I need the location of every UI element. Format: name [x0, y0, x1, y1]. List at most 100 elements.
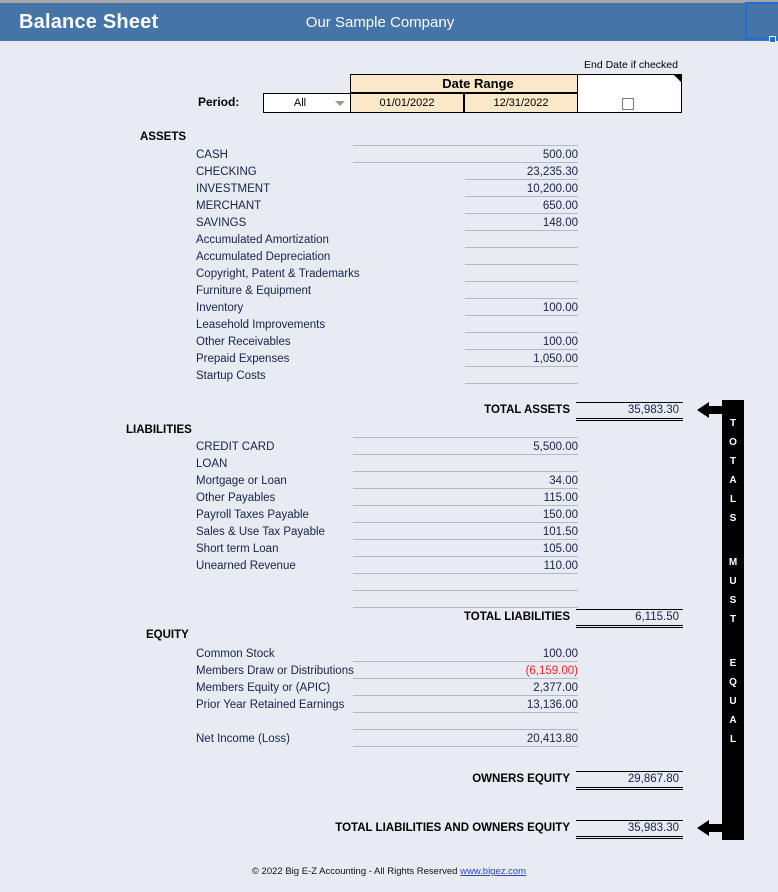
ledger-row-rule — [353, 471, 578, 472]
ledger-row-rule — [465, 247, 578, 248]
ledger-row-value: 110.00 — [543, 560, 578, 572]
ledger-row-label: Other Receivables — [196, 336, 291, 348]
period-label: Period: — [198, 95, 240, 109]
ledger-row-label: MERCHANT — [196, 200, 262, 212]
ledger-row-label: Furniture & Equipment — [196, 285, 312, 297]
ledger-row-rule — [465, 366, 578, 367]
date-to-field[interactable]: 12/31/2022 — [464, 93, 578, 113]
total-liabilities-value: 6,115.50 — [635, 611, 679, 623]
ledger-row-rule — [353, 746, 578, 747]
total-liabilities-label: TOTAL LIABILITIES — [463, 611, 570, 623]
ledger-row-value: 115.00 — [543, 492, 578, 504]
ledger-row-label: Payroll Taxes Payable — [196, 509, 309, 521]
ledger-row-label: INVESTMENT — [196, 183, 271, 195]
ledger-row-value: 148.00 — [542, 217, 578, 229]
total-assets-label: TOTAL ASSETS — [484, 404, 570, 416]
end-date-checkbox-cell[interactable] — [577, 74, 682, 113]
ledger-row-rule — [465, 315, 578, 316]
ledger-row-rule — [353, 729, 578, 730]
ledger-row-label: SAVINGS — [196, 217, 247, 229]
equal-bar-letter: Q — [729, 677, 737, 688]
ledger-row-rule — [353, 454, 578, 455]
ledger-row-rule — [465, 213, 578, 214]
period-dropdown-value: All — [293, 97, 307, 109]
period-dropdown[interactable]: All — [263, 93, 351, 113]
grand-total-label: TOTAL LIABILITIES AND OWNERS EQUITY — [335, 822, 570, 834]
ledger-row-label: CASH — [196, 149, 228, 161]
ledger-row-value: 20,413.80 — [526, 733, 578, 745]
ledger-row-value: 23,235.30 — [526, 166, 578, 178]
chevron-down-icon — [335, 101, 345, 106]
equal-bar-letter: S — [729, 595, 737, 606]
ledger-row-rule — [465, 332, 578, 333]
ledger-row-rule — [353, 695, 578, 696]
ledger-row-label: Sales & Use Tax Payable — [196, 526, 325, 538]
title-bar: Balance Sheet Our Sample Company — [0, 3, 778, 41]
ledger-row-rule — [465, 230, 578, 231]
equal-bar-letter: T — [729, 418, 737, 429]
ledger-row-value: 34.00 — [549, 475, 578, 487]
ledger-row-rule — [465, 196, 578, 197]
ledger-row-value: 101.50 — [542, 526, 578, 538]
ledger-row-value: 105.00 — [542, 543, 578, 555]
ledger-row-label: Mortgage or Loan — [196, 475, 287, 487]
equal-bar-letter: A — [729, 475, 737, 486]
ledger-row-label: Accumulated Amortization — [196, 234, 329, 246]
ledger-row-value: 100.00 — [542, 648, 578, 660]
ledger-row-value: 650.00 — [542, 200, 578, 212]
ledger-row-rule — [353, 573, 578, 574]
equal-bar-letter: L — [729, 494, 737, 505]
ledger-row-label: CHECKING — [196, 166, 257, 178]
ledger-row-rule — [465, 264, 578, 265]
equal-bar-letter: M — [728, 557, 738, 568]
ledger-row-value: 10,200.00 — [526, 183, 578, 195]
ledger-row-label: Unearned Revenue — [196, 560, 296, 572]
ledger-row-rule — [353, 145, 578, 146]
ledger-row-rule — [465, 383, 578, 384]
date-from-field[interactable]: 01/01/2022 — [350, 93, 464, 113]
ledger-row-rule — [353, 437, 578, 438]
cell-fill-handle[interactable] — [769, 36, 776, 43]
ledger-row-label: Short term Loan — [196, 543, 279, 555]
ledger-row-rule — [353, 488, 578, 489]
ledger-row-rule — [353, 712, 578, 713]
footer: © 2022 Big E-Z Accounting - All Rights R… — [0, 866, 778, 877]
ledger-row-label: Copyright, Patent & Trademarks — [196, 268, 360, 280]
ledger-row-rule — [353, 505, 578, 506]
ledger-row-value: 13,136.00 — [526, 699, 578, 711]
equal-bar-letter: U — [729, 696, 737, 707]
ledger-row-rule — [353, 522, 578, 523]
equal-bar-letter: U — [729, 576, 737, 587]
ledger-row-label: Startup Costs — [196, 370, 266, 382]
grand-total-value: 35,983.30 — [627, 822, 679, 834]
ledger-row-label: Common Stock — [196, 648, 275, 660]
ledger-row-rule — [353, 590, 578, 591]
ledger-row-value: 2,377.00 — [533, 682, 578, 694]
footer-copyright: © 2022 Big E-Z Accounting - All Rights R… — [251, 866, 461, 877]
ledger-row-value: (6,159.00) — [525, 665, 578, 677]
ledger-row-value: 100.00 — [542, 336, 578, 348]
equal-bar-letter: T — [729, 614, 737, 625]
equal-bar-letter: L — [729, 734, 737, 745]
company-name: Our Sample Company — [305, 14, 455, 31]
ledger-row-label: Members Draw or Distributions — [196, 665, 354, 677]
ledger-row-value: 100.00 — [542, 302, 578, 314]
ledger-row-value: 500.00 — [542, 149, 578, 161]
ledger-row-label: Members Equity or (APIC) — [196, 682, 331, 694]
ledger-row-label: Prior Year Retained Earnings — [196, 699, 345, 711]
ledger-row-value: 1,050.00 — [533, 353, 578, 365]
comment-indicator-icon — [674, 75, 681, 82]
ledger-row-value: 150.00 — [542, 509, 578, 521]
ledger-row-rule — [465, 281, 578, 282]
ledger-row-label: Other Payables — [196, 492, 276, 504]
equal-bar-letter: A — [729, 715, 737, 726]
assets-heading: ASSETS — [140, 131, 187, 143]
ledger-row-rule — [353, 661, 578, 662]
ledger-row-label: LOAN — [196, 458, 228, 470]
ledger-row-rule — [465, 179, 578, 180]
end-date-checkbox[interactable] — [622, 98, 634, 110]
footer-link[interactable]: www.bigez.com — [460, 866, 526, 877]
ledger-row-rule — [465, 349, 578, 350]
liabilities-heading: LIABILITIES — [126, 424, 192, 436]
ledger-row-rule — [353, 607, 578, 608]
